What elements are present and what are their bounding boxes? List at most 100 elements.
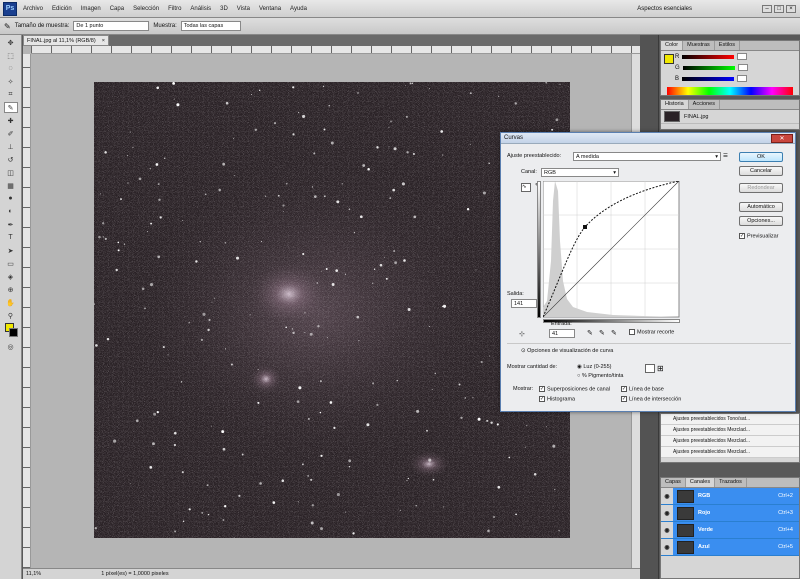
hand-tool-icon[interactable]: ✋ xyxy=(4,297,18,308)
dodge-tool-icon[interactable]: ◐ xyxy=(4,206,18,217)
edit-points-icon[interactable]: ∿ xyxy=(521,183,531,192)
path-select-icon[interactable]: ➤ xyxy=(4,245,18,256)
black-eyedropper-icon[interactable]: ✎ xyxy=(587,329,593,337)
curves-titlebar[interactable]: Curvas ✕ xyxy=(501,133,795,144)
foreground-color-swatch[interactable] xyxy=(4,323,18,339)
preset-menu-icon[interactable]: ☰ xyxy=(723,153,728,159)
menu-help[interactable]: Ayuda xyxy=(290,6,307,12)
auto-button[interactable]: Automático xyxy=(739,202,783,212)
menu-analysis[interactable]: Análisis xyxy=(190,6,211,12)
histogram-checkbox[interactable]: ✓ Histograma xyxy=(539,396,575,402)
sample-select[interactable]: Todas las capas xyxy=(180,21,241,31)
green-value[interactable] xyxy=(737,64,748,71)
action-item[interactable]: Ajustes preestablecidos Tono/sat... xyxy=(661,414,799,425)
menu-window[interactable]: Ventana xyxy=(259,6,281,12)
curves-graph[interactable] xyxy=(543,181,681,321)
curve-options-toggle[interactable]: ⊙ Opciones de visualización de curva xyxy=(521,348,613,354)
tab-layers[interactable]: Capas xyxy=(661,478,686,487)
starfield-image[interactable] xyxy=(94,82,570,538)
menu-select[interactable]: Selección xyxy=(133,6,159,12)
show-clipping-checkbox[interactable]: Mostrar recorte xyxy=(629,329,674,335)
white-eyedropper-icon[interactable]: ✎ xyxy=(611,329,617,337)
ok-button[interactable]: OK xyxy=(739,152,783,162)
smooth-button[interactable]: Redondear xyxy=(739,183,783,193)
quick-select-icon[interactable]: ✧ xyxy=(4,76,18,87)
type-tool-icon[interactable]: T xyxy=(4,232,18,243)
cancel-button[interactable]: Cancelar xyxy=(739,166,783,176)
history-item[interactable]: FINAL.jpg xyxy=(661,110,799,124)
panel-foreground-swatch[interactable] xyxy=(664,54,674,64)
brush-tool-icon[interactable]: ✐ xyxy=(4,128,18,139)
pigment-radio[interactable]: ○ % Pigmento/tinta xyxy=(577,373,623,379)
input-field[interactable]: 41 xyxy=(549,329,575,338)
curve-point[interactable] xyxy=(583,225,587,229)
close-icon[interactable]: ✕ xyxy=(771,133,793,143)
tab-color[interactable]: Color xyxy=(661,41,684,50)
eraser-tool-icon[interactable]: ◫ xyxy=(4,167,18,178)
maximize-icon[interactable]: □ xyxy=(774,4,784,13)
visibility-eye-icon[interactable]: ◉ xyxy=(661,488,673,504)
sample-size-select[interactable]: De 1 punto xyxy=(73,21,150,31)
zoom-level[interactable]: 11,1% xyxy=(26,571,41,577)
tab-history[interactable]: Historia xyxy=(661,100,689,109)
tab-close-icon[interactable]: × xyxy=(102,38,105,44)
simple-grid-icon[interactable] xyxy=(645,364,655,373)
tab-styles[interactable]: Estilos xyxy=(715,41,740,50)
action-item[interactable]: Ajustes preestablecidos Mezclad... xyxy=(661,447,799,458)
3d-rotate-icon[interactable]: ◈ xyxy=(4,271,18,282)
menu-filter[interactable]: Filtro xyxy=(168,6,181,12)
overlay-checkbox[interactable]: ✓ Superposiciones de canal xyxy=(539,386,610,392)
tab-paths[interactable]: Trazados xyxy=(715,478,747,487)
clone-stamp-icon[interactable]: ⊥ xyxy=(4,141,18,152)
red-slider[interactable] xyxy=(682,54,735,59)
tab-actions[interactable]: Acciones xyxy=(689,100,720,109)
eyedropper-icon[interactable]: ✎ xyxy=(4,22,11,31)
channel-row-rgb[interactable]: ◉ RGB Ctrl+2 xyxy=(661,488,799,505)
action-item[interactable]: Ajustes preestablecidos Mezclad... xyxy=(661,425,799,436)
channel-row-blue[interactable]: ◉ Azul Ctrl+5 xyxy=(661,539,799,556)
menu-file[interactable]: Archivo xyxy=(23,6,43,12)
workspace-switcher[interactable]: Aspectos esenciales xyxy=(637,6,692,12)
action-item[interactable]: Ajustes preestablecidos Mezclad... xyxy=(661,436,799,447)
3d-orbit-icon[interactable]: ⊕ xyxy=(4,284,18,295)
gray-eyedropper-icon[interactable]: ✎ xyxy=(599,329,605,337)
red-value[interactable] xyxy=(737,53,748,60)
vertical-ruler[interactable] xyxy=(23,54,31,568)
visibility-eye-icon[interactable]: ◉ xyxy=(661,505,673,521)
document-tab[interactable]: FINAL.jpg al 11,1% (RGB/8) × xyxy=(23,35,109,46)
light-radio[interactable]: ◉ Luz (0-255) xyxy=(577,364,611,370)
color-spectrum-bar[interactable] xyxy=(667,87,793,95)
healing-brush-icon[interactable]: ✚ xyxy=(4,115,18,126)
tab-swatches[interactable]: Muestras xyxy=(683,41,715,50)
preset-select[interactable]: A medida ▾ xyxy=(573,152,721,161)
options-button[interactable]: Opciones... xyxy=(739,216,783,226)
menu-image[interactable]: Imagen xyxy=(81,6,101,12)
close-icon[interactable]: × xyxy=(786,4,796,13)
intersection-checkbox[interactable]: ✓ Línea de intersección xyxy=(621,396,681,402)
channel-select[interactable]: RGB ▾ xyxy=(541,168,619,177)
blur-tool-icon[interactable]: ● xyxy=(4,193,18,204)
shape-tool-icon[interactable]: ▭ xyxy=(4,258,18,269)
visibility-eye-icon[interactable]: ◉ xyxy=(661,522,673,538)
detailed-grid-icon[interactable]: ⊞ xyxy=(657,364,664,373)
channel-row-red[interactable]: ◉ Rojo Ctrl+3 xyxy=(661,505,799,522)
horizontal-ruler[interactable] xyxy=(31,46,640,54)
tab-channels[interactable]: Canales xyxy=(685,478,716,487)
pen-tool-icon[interactable]: ✒ xyxy=(4,219,18,230)
channel-row-green[interactable]: ◉ Verde Ctrl+4 xyxy=(661,522,799,539)
baseline-checkbox[interactable]: ✓ Línea de base xyxy=(621,386,664,392)
marquee-tool-icon[interactable]: ⬚ xyxy=(4,50,18,61)
menu-edit[interactable]: Edición xyxy=(52,6,72,12)
zoom-tool-icon[interactable]: ⚲ xyxy=(4,310,18,321)
menu-3d[interactable]: 3D xyxy=(220,6,228,12)
gradient-tool-icon[interactable]: ▦ xyxy=(4,180,18,191)
menu-view[interactable]: Vista xyxy=(237,6,250,12)
target-adjust-icon[interactable]: ⊹ xyxy=(519,330,525,338)
green-slider[interactable] xyxy=(682,65,735,70)
quick-mask-icon[interactable]: ◎ xyxy=(4,341,18,352)
blue-slider[interactable] xyxy=(682,76,735,81)
output-field[interactable]: 141 xyxy=(511,299,537,308)
eyedropper-tool-icon[interactable]: ✎ xyxy=(3,102,18,113)
blue-value[interactable] xyxy=(737,75,748,82)
move-tool-icon[interactable]: ✥ xyxy=(4,37,18,48)
